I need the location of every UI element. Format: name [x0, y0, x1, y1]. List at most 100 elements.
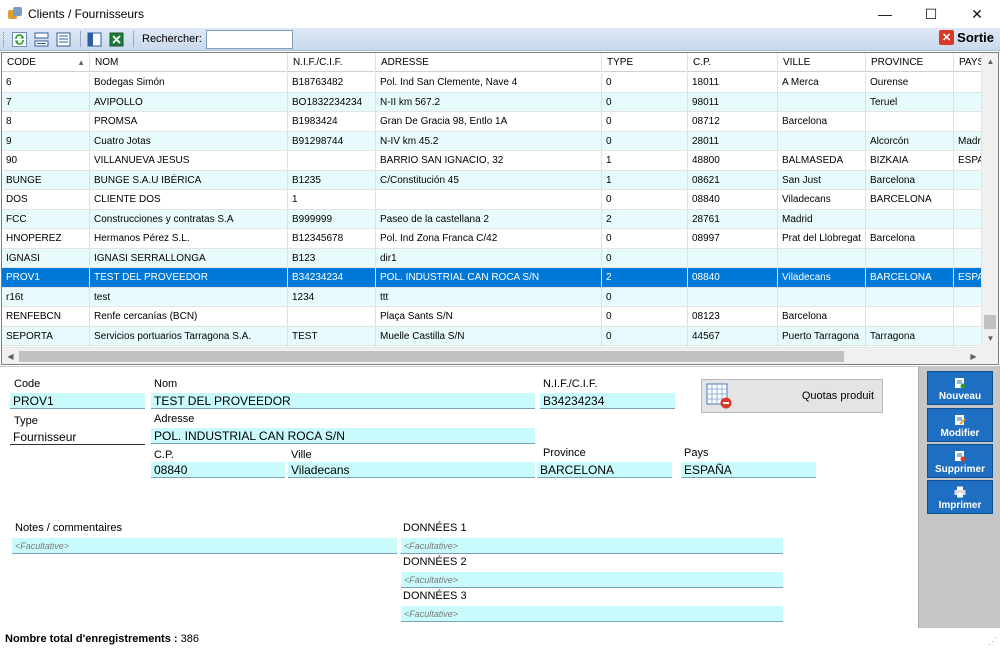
ville-field[interactable]: Viladecans: [288, 462, 535, 478]
table-cell: 0: [602, 112, 688, 131]
table-cell: Tarragona: [866, 326, 954, 345]
scroll-down-icon[interactable]: ▼: [982, 330, 998, 347]
nif-field[interactable]: B34234234: [540, 393, 675, 409]
nif-label: N.I.F./C.I.F.: [543, 378, 598, 390]
column-header-province[interactable]: PROVINCE: [866, 53, 954, 72]
table-row[interactable]: FCC Construcciones y contratas S.A B999999…: [2, 209, 982, 229]
table-cell: Barcelona: [866, 229, 954, 248]
vertical-scrollbar[interactable]: ▲ ▼: [981, 53, 998, 347]
table-cell: IGNASI: [2, 248, 90, 267]
column-fit-icon[interactable]: [32, 31, 50, 48]
table-cell: [954, 248, 982, 267]
table-cell: 98011: [688, 92, 778, 111]
column-header-nom[interactable]: NOM: [90, 53, 288, 72]
province-field[interactable]: BARCELONA: [537, 462, 672, 478]
table-cell: 2: [602, 209, 688, 228]
table-row[interactable]: 9 Cuatro Jotas B91298744 N-IV km 45.2 0 28011…: [2, 131, 982, 151]
search-input[interactable]: [205, 29, 293, 49]
minimize-button[interactable]: —: [862, 0, 908, 28]
edit-label: Modifier: [940, 428, 980, 439]
resize-grip-icon[interactable]: ⋰: [988, 636, 997, 647]
calendar-delete-icon: [705, 382, 733, 410]
table-cell: 7: [2, 92, 90, 111]
table-cell: TEST: [288, 326, 376, 345]
horizontal-scrollbar[interactable]: ◀ ▶: [2, 347, 982, 364]
table-cell: 1: [602, 170, 688, 189]
vertical-scroll-thumb[interactable]: [984, 315, 996, 329]
table-cell: [866, 112, 954, 131]
print-button[interactable]: Imprimer: [927, 480, 993, 514]
table-row[interactable]: HNOPEREZ Hermanos Pérez S.L. B12345678 Pol.…: [2, 229, 982, 249]
cp-field[interactable]: 08840: [151, 462, 285, 478]
delete-button[interactable]: Supprimer: [927, 444, 993, 478]
table-cell: 08712: [688, 112, 778, 131]
table-cell: ttt: [376, 287, 602, 306]
table-row-selected[interactable]: PROV1 TEST DEL PROVEEDOR B34234234 POL. IND…: [2, 268, 982, 288]
table-cell: B999999: [288, 209, 376, 228]
donnees2-field[interactable]: <Facultative>: [401, 572, 783, 588]
table-row[interactable]: IGNASI IGNASI SERRALLONGA B123 dir1 0: [2, 248, 982, 268]
table-row[interactable]: 7 AVIPOLLO BO1832234234 N-II km 567.2 0 98011…: [2, 92, 982, 112]
table-cell: Renfe cercanías (BCN): [90, 307, 288, 326]
table-cell: [778, 248, 866, 267]
column-header-adresse[interactable]: ADRESSE: [376, 53, 602, 72]
table-cell: Teruel: [866, 92, 954, 111]
excel-icon[interactable]: [107, 31, 125, 48]
scroll-left-icon[interactable]: ◀: [2, 348, 19, 364]
scroll-right-icon[interactable]: ▶: [965, 348, 982, 364]
adresse-field[interactable]: POL. INDUSTRIAL CAN ROCA S/N: [151, 428, 535, 444]
table-row[interactable]: 6 Bodegas Simón B18763482 Pol. Ind San Clem…: [2, 73, 982, 93]
table-cell: 1: [602, 151, 688, 170]
column-header-type[interactable]: TYPE: [602, 53, 688, 72]
donnees1-label: DONNÉES 1: [403, 522, 467, 534]
notes-field[interactable]: <Facultative>: [12, 538, 397, 554]
table-cell: B1235: [288, 170, 376, 189]
panel-icon[interactable]: [85, 31, 103, 48]
edit-button[interactable]: Modifier: [927, 408, 993, 442]
table-cell: 9: [2, 131, 90, 150]
record-count-label: Nombre total d'enregistrements :: [5, 633, 178, 645]
table-row[interactable]: 90 VILLANUEVA JESUS BARRIO SAN IGNACIO, 32…: [2, 151, 982, 171]
pays-label: Pays: [684, 447, 709, 459]
table-row[interactable]: SEPORTA Servicios portuarios Tarragona S.…: [2, 326, 982, 346]
records-grid[interactable]: CODE ▲ NOM N.I.F./C.I.F. ADRESSE TYPE C.P…: [1, 52, 999, 365]
table-cell: AVIPOLLO: [90, 92, 288, 111]
toolbar-separator: [80, 31, 81, 47]
nom-field[interactable]: TEST DEL PROVEEDOR: [151, 393, 535, 409]
list-view-icon[interactable]: [54, 31, 72, 48]
refresh-icon[interactable]: [10, 31, 28, 48]
table-row[interactable]: DOS CLIENTE DOS 1 0 08840 Viladecans BARCELONA: [2, 190, 982, 210]
table-row[interactable]: 8 PROMSA B1983424 Gran De Gracia 98, Entlo …: [2, 112, 982, 132]
table-cell: 90: [2, 151, 90, 170]
table-row[interactable]: RENFEBCN Renfe cercanías (BCN) Plaça Sants…: [2, 307, 982, 327]
horizontal-scroll-thumb[interactable]: [19, 351, 844, 362]
column-header-nif[interactable]: N.I.F./C.I.F.: [288, 53, 376, 72]
table-cell: ESPAÑ: [954, 268, 982, 287]
donnees1-field[interactable]: <Facultative>: [401, 538, 783, 554]
table-cell: BALMASEDA: [778, 151, 866, 170]
column-header-pays[interactable]: PAYS: [954, 53, 982, 72]
table-cell: HNOPEREZ: [2, 229, 90, 248]
cp-label: C.P.: [154, 449, 174, 461]
quotas-button[interactable]: Quotas produit: [701, 379, 883, 413]
new-button[interactable]: Nouveau: [927, 371, 993, 405]
table-cell: 0: [602, 248, 688, 267]
close-button[interactable]: ✕: [954, 0, 1000, 28]
add-record-icon: [954, 377, 966, 389]
exit-button[interactable]: ✕ Sortie: [939, 30, 994, 45]
donnees3-field[interactable]: <Facultative>: [401, 606, 783, 622]
type-field[interactable]: Fournisseur: [10, 429, 145, 445]
table-cell: DOS: [2, 190, 90, 209]
column-header-ville[interactable]: VILLE: [778, 53, 866, 72]
table-row[interactable]: BUNGE BUNGE S.A.U IBÉRICA B1235 C/Constituc…: [2, 170, 982, 190]
scroll-up-icon[interactable]: ▲: [982, 53, 998, 70]
pays-field[interactable]: ESPAÑA: [681, 462, 816, 478]
column-header-cp[interactable]: C.P.: [688, 53, 778, 72]
table-cell: [954, 73, 982, 92]
table-cell: Plaça Sants S/N: [376, 307, 602, 326]
maximize-button[interactable]: ☐: [908, 0, 954, 28]
table-row[interactable]: r16t test 1234 ttt 0: [2, 287, 982, 307]
code-field[interactable]: PROV1: [10, 393, 145, 409]
column-header-code[interactable]: CODE ▲: [2, 53, 90, 72]
table-cell: BUNGE S.A.U IBÉRICA: [90, 170, 288, 189]
